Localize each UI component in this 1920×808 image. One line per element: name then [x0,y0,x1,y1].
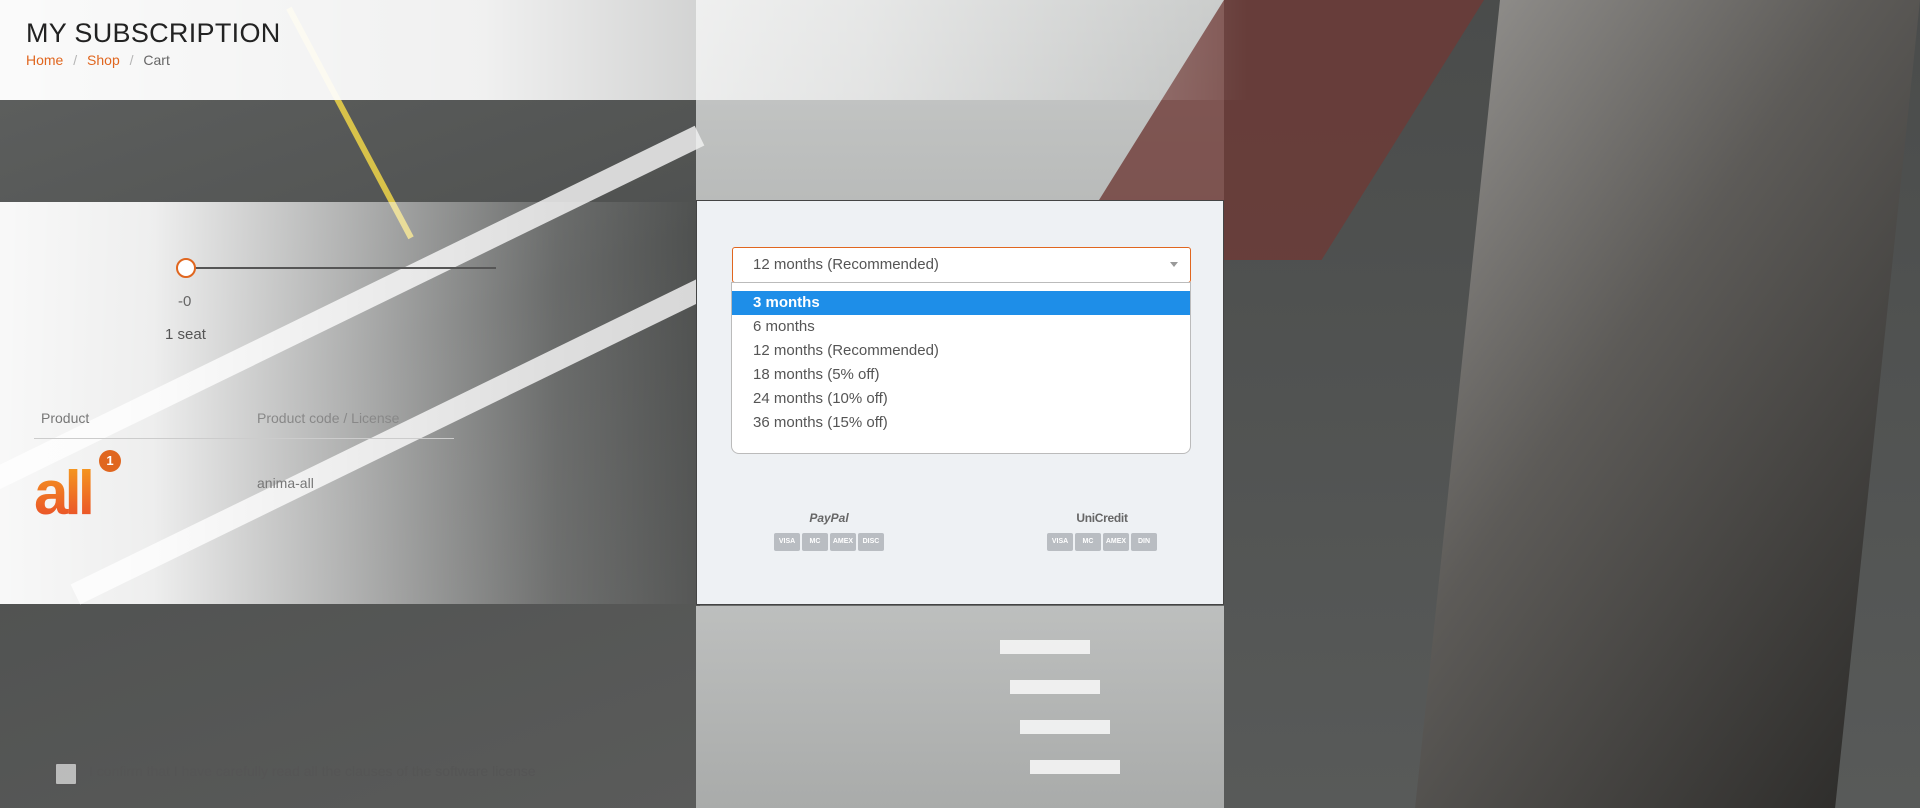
discover-card-icon: DISC [858,533,884,551]
product-logo: all [34,464,95,520]
duration-option[interactable]: 24 months (10% off) [732,387,1190,411]
duration-select-value: 12 months (Recommended) [753,256,939,273]
breadcrumb-separator: / [129,52,134,68]
column-header-code: Product code / License [257,410,400,426]
crosswalk-mark [1030,760,1120,774]
visa-card-icon: VISA [774,533,800,551]
unicredit-payment-option[interactable]: UniCredit VISA MC AMEX DIN [1032,511,1172,551]
building [1415,0,1920,808]
subscription-panel: 12 months (Recommended) 3 months 6 month… [696,200,1224,605]
svg-text:all: all [34,464,91,520]
seat-slider-handle[interactable] [176,258,196,278]
diners-card-icon: DIN [1131,533,1157,551]
breadcrumb: Home / Shop / Cart [26,52,176,68]
cart-panel: -0 1 seat Product Product code / License… [0,202,696,786]
mastercard-icon: MC [802,533,828,551]
crosswalk-mark [1020,720,1110,734]
sidewalk-bottom [696,606,1224,808]
amex-card-icon: AMEX [1103,533,1129,551]
column-header-product: Product [41,410,90,426]
page-header: MY SUBSCRIPTION Home / Shop / Cart [0,0,1920,100]
page-title: MY SUBSCRIPTION [26,18,281,48]
crosswalk-mark [1000,640,1090,654]
duration-dropdown: 3 months 6 months 12 months (Recommended… [731,282,1191,454]
duration-option[interactable]: 6 months [732,315,1190,339]
table-divider [34,438,454,439]
paypal-card-icons: VISA MC AMEX DISC [759,533,899,551]
duration-select[interactable]: 12 months (Recommended) [732,247,1191,283]
license-confirm-checkbox[interactable] [54,762,78,786]
unicredit-logo: UniCredit [1076,511,1128,525]
paypal-logo: PayPal [809,511,849,525]
license-confirm-label: I confirm that I have carefully read all… [89,763,536,779]
duration-option[interactable]: 12 months (Recommended) [732,339,1190,363]
quantity-badge: 1 [99,450,121,472]
duration-option[interactable]: 36 months (15% off) [732,411,1190,435]
breadcrumb-shop[interactable]: Shop [87,52,120,68]
unicredit-card-icons: VISA MC AMEX DIN [1032,533,1172,551]
duration-option[interactable]: 18 months (5% off) [732,363,1190,387]
duration-option[interactable]: 3 months [732,291,1190,315]
breadcrumb-home[interactable]: Home [26,52,63,68]
mastercard-icon: MC [1075,533,1101,551]
seat-slider-track[interactable] [186,267,496,269]
seat-count-label: 1 seat [165,326,206,343]
product-code: anima-all [257,475,314,491]
breadcrumb-separator: / [73,52,78,68]
seat-slider-value: -0 [178,293,192,310]
amex-card-icon: AMEX [830,533,856,551]
paypal-payment-option[interactable]: PayPal VISA MC AMEX DISC [759,511,899,551]
crosswalk-mark [1010,680,1100,694]
visa-card-icon: VISA [1047,533,1073,551]
breadcrumb-cart: Cart [143,52,170,68]
chevron-down-icon [1170,262,1178,267]
